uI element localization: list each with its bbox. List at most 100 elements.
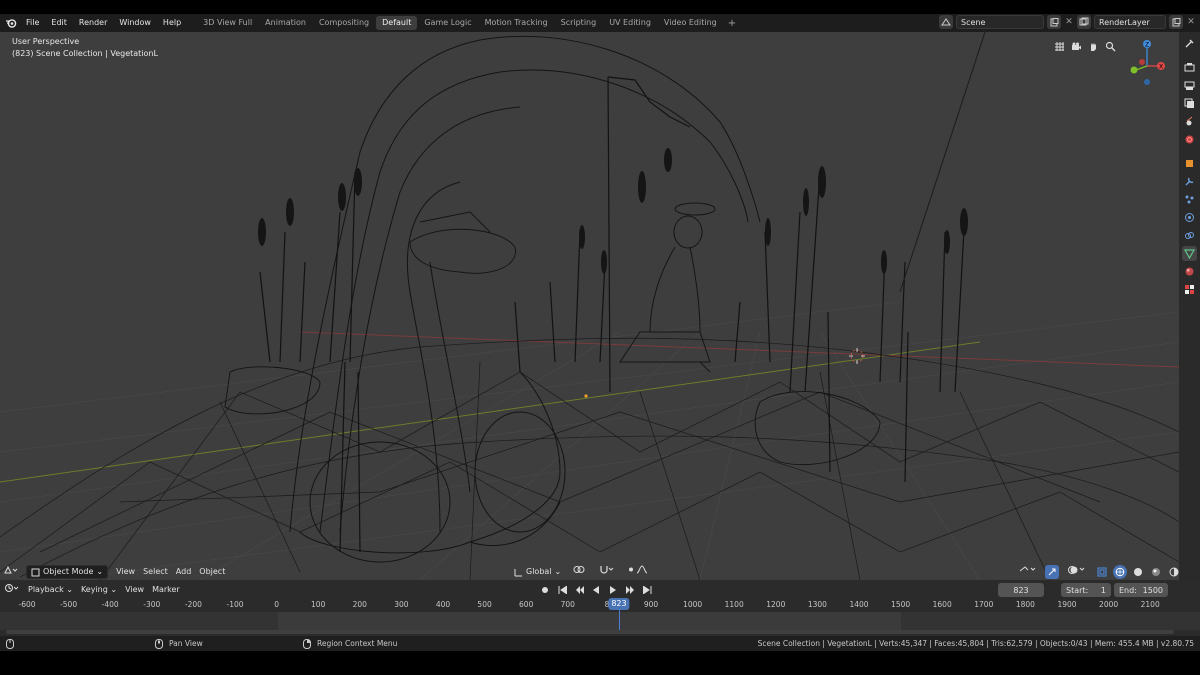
object-mode-select[interactable]: Object Mode ⌄	[26, 565, 109, 579]
transform-orientation-group: Global ⌄	[510, 565, 653, 579]
grid-toggle-icon[interactable]	[1052, 39, 1066, 53]
menu-add[interactable]: Add	[172, 565, 196, 579]
solid-shading-icon[interactable]	[1131, 565, 1145, 579]
renderlayer-name-field[interactable]: RenderLayer	[1094, 15, 1166, 29]
timeline-editor-type-icon[interactable]	[0, 583, 24, 597]
render-properties-icon[interactable]	[1182, 60, 1197, 75]
timeline-scrollbar[interactable]	[6, 630, 1174, 634]
tool-properties-icon[interactable]	[1182, 36, 1197, 51]
menu-window[interactable]: Window	[113, 15, 157, 31]
chevron-down-icon: ⌄	[66, 585, 73, 594]
tab-animation[interactable]: Animation	[259, 16, 312, 30]
tab-scripting[interactable]: Scripting	[555, 16, 603, 30]
camera-view-icon[interactable]	[1069, 39, 1083, 53]
snap-magnet-icon[interactable]	[595, 565, 619, 579]
menu-marker[interactable]: Marker	[148, 583, 184, 597]
visibility-icon[interactable]	[1015, 565, 1041, 579]
proportional-edit-icon[interactable]	[623, 565, 653, 579]
playback-controls	[538, 583, 654, 597]
jump-start-icon[interactable]	[555, 583, 569, 597]
menu-help[interactable]: Help	[157, 15, 187, 31]
renderlayer-new-icon[interactable]	[1169, 15, 1183, 29]
world-properties-icon[interactable]	[1182, 132, 1197, 147]
renderlayer-browse-icon[interactable]	[1077, 15, 1091, 29]
pan-hand-icon[interactable]	[1086, 39, 1100, 53]
object-properties-icon[interactable]	[1182, 156, 1197, 171]
constraints-properties-icon[interactable]	[1182, 228, 1197, 243]
object-mode-label: Object Mode	[43, 567, 94, 576]
data-properties-icon[interactable]	[1182, 246, 1197, 261]
tab-compositing[interactable]: Compositing	[313, 16, 375, 30]
scene-name-field[interactable]: Scene	[956, 15, 1044, 29]
end-frame-field[interactable]: End: 1500	[1114, 583, 1168, 597]
menu-file[interactable]: File	[20, 15, 45, 31]
menu-object[interactable]: Object	[195, 565, 229, 579]
play-icon[interactable]	[606, 583, 620, 597]
end-frame-value: 1500	[1142, 586, 1163, 595]
frame-ruler[interactable]: -600 -500 -400 -300 -200 -100 0 100 200 300 400 500…	[0, 598, 1200, 612]
material-shading-icon[interactable]	[1149, 565, 1163, 579]
add-workspace-button[interactable]: +	[724, 18, 740, 29]
tab-3d-view-full[interactable]: 3D View Full	[197, 16, 258, 30]
scene-properties-icon[interactable]	[1182, 114, 1197, 129]
menu-keying[interactable]: Keying ⌄	[77, 583, 121, 597]
blender-logo-icon[interactable]	[2, 15, 20, 31]
ruler-tick-label: 2000	[1099, 600, 1119, 609]
tab-default[interactable]: Default	[376, 16, 418, 30]
3d-viewport[interactable]: User Perspective (823) Scene Collection …	[0, 32, 1179, 580]
wireframe-shading-icon[interactable]	[1113, 565, 1127, 579]
ruler-tick-label: 1600	[932, 600, 952, 609]
material-properties-icon[interactable]	[1182, 264, 1197, 279]
record-icon[interactable]	[538, 583, 552, 597]
modifier-properties-icon[interactable]	[1182, 174, 1197, 189]
texture-properties-icon[interactable]	[1182, 282, 1197, 297]
rendered-shading-icon[interactable]	[1167, 565, 1179, 579]
zoom-icon[interactable]	[1103, 39, 1117, 53]
tab-video-editing[interactable]: Video Editing	[658, 16, 723, 30]
end-frame-label: End:	[1119, 586, 1137, 595]
scene-remove-icon[interactable]: ✕	[1064, 15, 1074, 29]
ruler-tick-label: -600	[18, 600, 36, 609]
gizmo-toggle-icon[interactable]	[1045, 565, 1059, 579]
tab-game-logic[interactable]: Game Logic	[418, 16, 477, 30]
menu-view[interactable]: View	[112, 565, 139, 579]
overlays-toggle-icon[interactable]	[1063, 565, 1091, 579]
playhead-frame-badge[interactable]: 823	[608, 598, 630, 610]
viewport-nav-icons	[1052, 39, 1117, 53]
menu-render[interactable]: Render	[73, 15, 113, 31]
frame-range-area[interactable]	[0, 612, 1200, 630]
current-frame-field[interactable]: 823	[998, 583, 1044, 597]
tab-motion-tracking[interactable]: Motion Tracking	[479, 16, 554, 30]
navigation-gizmo[interactable]: Z X	[1120, 36, 1166, 90]
physics-properties-icon[interactable]	[1182, 210, 1197, 225]
mouse-left-icon	[6, 638, 14, 649]
shading-group: ⌄	[1015, 565, 1179, 579]
next-keyframe-icon[interactable]	[623, 583, 637, 597]
scene-new-icon[interactable]	[1047, 15, 1061, 29]
timeline-editor[interactable]: Playback ⌄ Keying ⌄ View Marker 823 Star…	[0, 580, 1200, 636]
menu-edit[interactable]: Edit	[45, 15, 73, 31]
pan-view-hint: Pan View	[155, 638, 203, 649]
menu-timeline-view[interactable]: View	[121, 583, 148, 597]
renderlayer-remove-icon[interactable]: ✕	[1186, 15, 1196, 29]
scene-browse-icon[interactable]	[939, 15, 953, 29]
ruler-tick-label: 1900	[1057, 600, 1077, 609]
menu-playback[interactable]: Playback ⌄	[24, 583, 77, 597]
gizmo-z-label: Z	[1145, 42, 1149, 49]
xray-toggle-icon[interactable]	[1095, 565, 1109, 579]
jump-end-icon[interactable]	[640, 583, 654, 597]
start-frame-field[interactable]: Start: 1	[1061, 583, 1111, 597]
editor-type-icon[interactable]	[0, 565, 22, 579]
output-properties-icon[interactable]	[1182, 78, 1197, 93]
orientation-select[interactable]: Global ⌄	[510, 565, 565, 579]
pivot-point-icon[interactable]	[569, 565, 591, 579]
ruler-tick-label: 1500	[891, 600, 911, 609]
tab-uv-editing[interactable]: UV Editing	[603, 16, 657, 30]
play-reverse-icon[interactable]	[589, 583, 603, 597]
ruler-tick-label: 2100	[1140, 600, 1160, 609]
prev-keyframe-icon[interactable]	[572, 583, 586, 597]
menu-select[interactable]: Select	[139, 565, 172, 579]
top-bar: File Edit Render Window Help 3D View Ful…	[0, 14, 1200, 32]
particles-properties-icon[interactable]	[1182, 192, 1197, 207]
view-layer-properties-icon[interactable]	[1182, 96, 1197, 111]
